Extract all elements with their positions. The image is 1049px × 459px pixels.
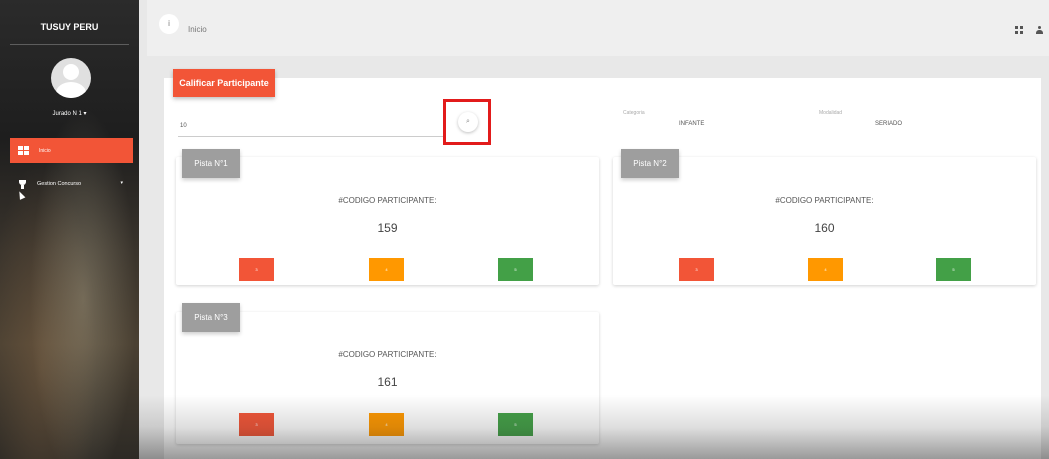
participant-code: 160 xyxy=(814,221,835,235)
categoria-label: Categoria xyxy=(623,110,645,116)
participant-code: 161 xyxy=(377,375,398,389)
chevron-down-icon: ▾ xyxy=(120,180,123,186)
trophy-icon xyxy=(18,179,27,189)
code-label: #CODIGO PARTICIPANTE: xyxy=(775,196,874,205)
code-label: #CODIGO PARTICIPANTE: xyxy=(338,196,437,205)
score-3-button[interactable]: 3 xyxy=(239,413,274,436)
score-3-button[interactable]: 3 xyxy=(679,258,714,281)
categoria-value: INFANTE xyxy=(679,121,705,127)
modalidad-label: Modalidad xyxy=(819,110,843,116)
divider xyxy=(10,44,129,45)
pista-title: Pista N°1 xyxy=(182,149,240,178)
score-5-button[interactable]: 5 xyxy=(498,413,533,436)
pista-title: Pista N°2 xyxy=(621,149,679,178)
score-4-button[interactable]: 4 xyxy=(369,258,404,281)
breadcrumb: Inicio xyxy=(188,25,207,34)
score-5-button[interactable]: 5 xyxy=(936,258,971,281)
user-icon[interactable] xyxy=(1036,26,1043,34)
participant-search-input[interactable]: 10 xyxy=(178,123,446,137)
pista-title: Pista N°3 xyxy=(182,303,240,332)
score-3-button[interactable]: 3 xyxy=(239,258,274,281)
sidebar-item-label: Gestion Concurso xyxy=(37,181,82,187)
highlight-box xyxy=(443,99,491,145)
calificar-participante-button[interactable]: Calificar Participante xyxy=(173,69,275,97)
score-5-button[interactable]: 5 xyxy=(498,258,533,281)
modalidad-value: SERIADO xyxy=(875,121,903,127)
sidebar-item-label: Inicio xyxy=(39,147,51,154)
info-icon[interactable]: i xyxy=(159,14,179,34)
code-label: #CODIGO PARTICIPANTE: xyxy=(338,350,437,359)
sidebar: TUSUY PERU Jurado N 1 ▾ Inicio Gestion C… xyxy=(0,0,139,459)
dashboard-icon xyxy=(18,146,29,155)
top-bar: i Inicio xyxy=(147,0,1049,56)
apps-grid-icon[interactable] xyxy=(1015,26,1023,34)
avatar xyxy=(51,58,91,98)
score-4-button[interactable]: 4 xyxy=(369,413,404,436)
participant-code: 159 xyxy=(377,221,398,235)
brand-title: TUSUY PERU xyxy=(40,22,99,32)
score-4-button[interactable]: 4 xyxy=(808,258,843,281)
sidebar-item-gestion-concurso[interactable]: Gestion Concurso ▾ xyxy=(10,176,133,192)
user-menu[interactable]: Jurado N 1 ▾ xyxy=(0,110,139,117)
sidebar-item-inicio[interactable]: Inicio xyxy=(10,138,133,163)
